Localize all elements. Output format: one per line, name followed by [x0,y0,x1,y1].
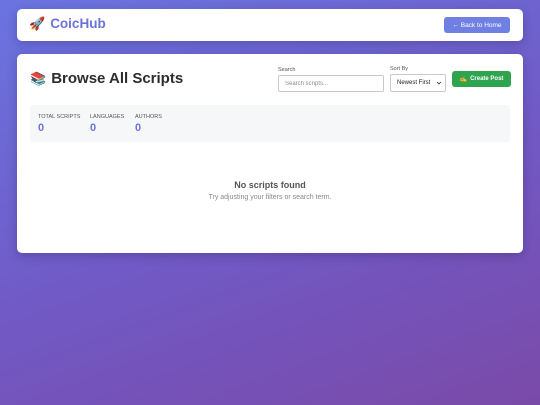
stat-value: 0 [90,122,97,134]
stat-label: Languages [90,114,125,120]
rocket-icon: 🚀 [29,16,46,31]
stat-authors: Authors 0 [135,114,162,134]
pencil-icon: ✍️ [459,76,468,83]
page-title: 📚 Browse All Scripts [30,71,183,87]
chevron-down-icon [436,81,442,85]
stat-languages: Languages 0 [90,114,124,134]
brand-name: CoicHub [50,16,106,31]
books-icon: 📚 [30,71,47,86]
empty-state-title: No scripts found [234,180,306,190]
create-post-button[interactable]: ✍️ Create Post [452,71,511,87]
stat-label: Total Scripts [38,114,81,120]
page-title-text: Browse All Scripts [51,70,184,87]
scripts-panel: 📚 Browse All Scripts Search Sort By Newe… [17,54,523,253]
brand[interactable]: 🚀 CoicHub [29,16,106,32]
search-input[interactable] [278,75,384,92]
top-header: 🚀 CoicHub ← Back to Home [17,9,523,41]
stat-value: 0 [135,122,142,134]
stats-bar: Total Scripts 0 Languages 0 Authors 0 [30,105,510,142]
empty-state-subtitle: Try adjusting your filters or search ter… [208,194,332,201]
create-post-label: Create Post [470,76,504,82]
back-to-home-button[interactable]: ← Back to Home [444,17,510,33]
stat-value: 0 [38,122,45,134]
stat-total-scripts: Total Scripts 0 [38,114,80,134]
sort-label: Sort By [390,66,409,72]
sort-select[interactable]: Newest First [390,74,446,92]
stat-label: Authors [135,114,162,120]
search-label: Search [278,67,296,73]
sort-selected-value: Newest First [397,80,431,86]
